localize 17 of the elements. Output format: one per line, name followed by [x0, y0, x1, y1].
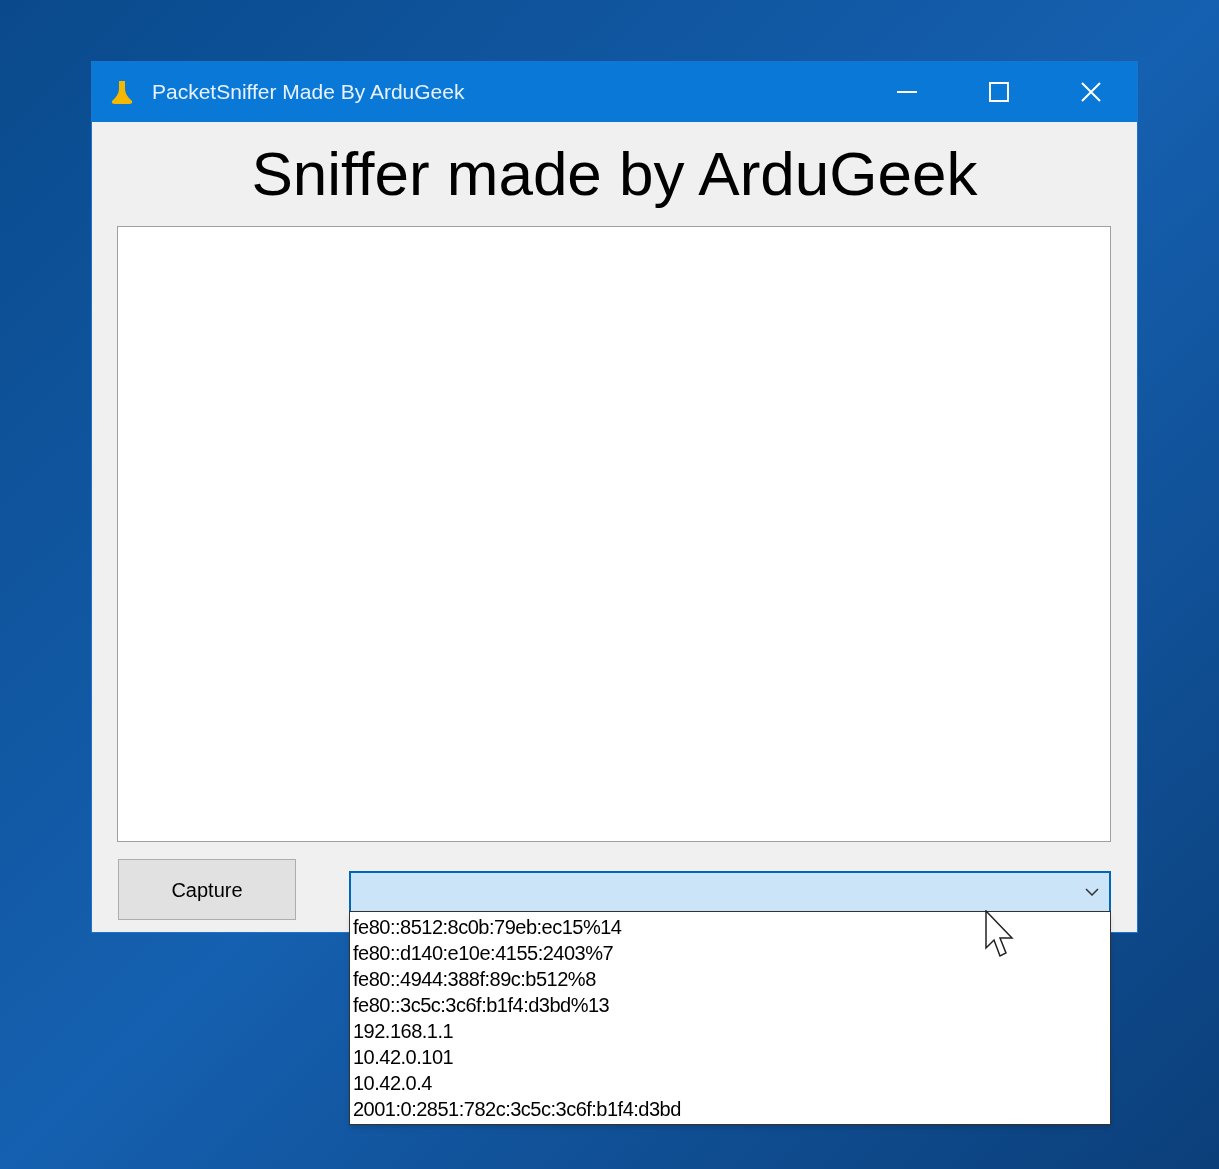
maximize-icon [989, 82, 1009, 102]
minimize-icon [897, 91, 917, 93]
window-title: PacketSniffer Made By ArduGeek [152, 79, 465, 106]
chevron-down-icon [1085, 888, 1099, 896]
output-textarea[interactable] [117, 226, 1111, 842]
dropdown-option[interactable]: 10.42.0.4 [350, 1070, 1110, 1096]
interface-dropdown[interactable] [349, 871, 1111, 913]
dropdown-option[interactable]: fe80::3c5c:3c6f:b1f4:d3bd%13 [350, 992, 1110, 1018]
dropdown-option[interactable]: 2001:0:2851:782c:3c5c:3c6f:b1f4:d3bd [350, 1096, 1110, 1122]
app-heading: Sniffer made by ArduGeek [251, 138, 978, 210]
dropdown-option[interactable]: fe80::4944:388f:89c:b512%8 [350, 966, 1110, 992]
dropdown-option[interactable]: fe80::8512:8c0b:79eb:ec15%14 [350, 914, 1110, 940]
dropdown-option[interactable]: 10.42.0.101 [350, 1044, 1110, 1070]
capture-button[interactable]: Capture [118, 859, 296, 920]
dropdown-option[interactable]: fe80::d140:e10e:4155:2403%7 [350, 940, 1110, 966]
close-icon [1081, 82, 1101, 102]
dropdown-option[interactable]: 192.168.1.1 [350, 1018, 1110, 1044]
